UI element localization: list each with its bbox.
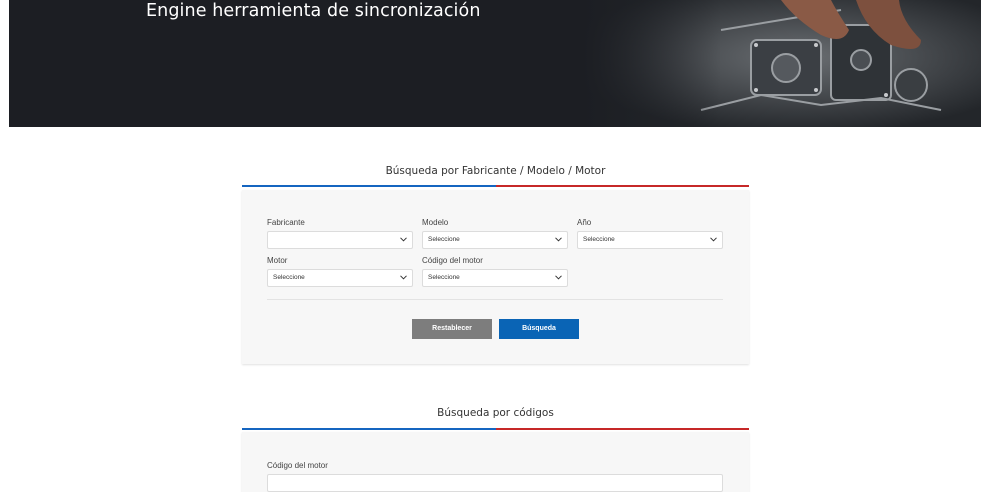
anio-value: Seleccione xyxy=(583,236,615,243)
chevron-down-icon xyxy=(555,237,562,242)
chevron-down-icon xyxy=(400,237,407,242)
chevron-down-icon xyxy=(400,275,407,280)
section-divider-rule xyxy=(242,185,749,187)
page-title: Engine herramienta de sincronización xyxy=(146,1,481,21)
motor-value: Seleccione xyxy=(273,274,305,281)
engine-code-label: Código del motor xyxy=(267,461,328,470)
anio-label: Año xyxy=(577,218,592,227)
modelo-select[interactable]: Seleccione xyxy=(422,231,568,249)
engine-photo xyxy=(581,0,981,127)
code-search-card: Código del motor xyxy=(242,432,749,492)
section-divider-rule xyxy=(242,428,749,430)
anio-select[interactable]: Seleccione xyxy=(577,231,723,249)
fabricante-select[interactable] xyxy=(267,231,413,249)
search-button[interactable]: Búsqueda xyxy=(499,319,579,339)
chevron-down-icon xyxy=(710,237,717,242)
model-search-section: Búsqueda por Fabricante / Modelo / Motor xyxy=(242,165,749,187)
modelo-value: Seleccione xyxy=(428,236,460,243)
hero-banner: Engine herramienta de sincronización xyxy=(9,0,981,127)
motor-label: Motor xyxy=(267,256,288,265)
chevron-down-icon xyxy=(555,275,562,280)
code-search-title: Búsqueda por códigos xyxy=(437,407,554,419)
codigo-motor-value: Seleccione xyxy=(428,274,460,281)
motor-select[interactable]: Seleccione xyxy=(267,269,413,287)
code-search-section: Búsqueda por códigos xyxy=(242,407,749,430)
fabricante-label: Fabricante xyxy=(267,218,305,227)
modelo-label: Modelo xyxy=(422,218,449,227)
model-search-card: Fabricante Modelo Seleccione Año Selecci… xyxy=(242,190,749,364)
engine-code-input[interactable] xyxy=(267,474,723,492)
codigo-motor-label: Código del motor xyxy=(422,256,483,265)
form-divider xyxy=(267,299,723,300)
reset-button[interactable]: Restablecer xyxy=(412,319,492,339)
model-search-title: Búsqueda por Fabricante / Modelo / Motor xyxy=(385,165,606,177)
codigo-motor-select[interactable]: Seleccione xyxy=(422,269,568,287)
